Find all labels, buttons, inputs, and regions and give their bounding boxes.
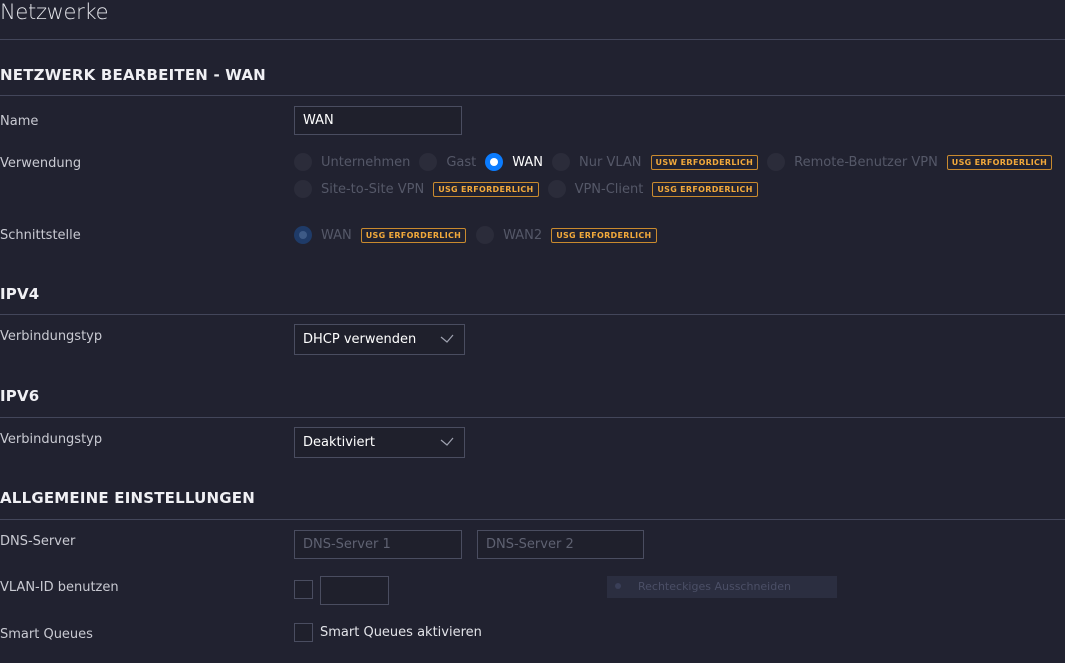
usage-options-row-1: Unternehmen Gast WAN Nur VLAN USW ERFORD… <box>294 151 1061 173</box>
vlan-checkbox[interactable] <box>294 580 313 599</box>
usage-options-row-2: Site-to-Site VPN USG ERFORDERLICH VPN-Cl… <box>294 178 767 200</box>
clipping-overlay: Rechteckiges Ausschneiden <box>607 576 837 598</box>
usg-required-badge: USG ERFORDERLICH <box>433 181 539 197</box>
usage-option-label: VPN-Client <box>574 181 644 197</box>
dns-label: DNS-Server <box>0 534 76 549</box>
dns-server-1-input[interactable]: DNS-Server 1 <box>294 530 462 559</box>
ipv4-connection-type-label: Verbindungstyp <box>0 329 103 344</box>
divider <box>0 519 1065 520</box>
usage-option-label: Site-to-Site VPN <box>321 181 425 197</box>
usage-option-label: WAN <box>512 154 544 170</box>
divider <box>0 95 1065 96</box>
section-title-general: ALLGEMEINE EINSTELLUNGEN <box>0 489 255 507</box>
chevron-down-icon <box>440 334 454 343</box>
section-title-ipv6: IPV6 <box>0 387 40 405</box>
usg-required-badge: USG ERFORDERLICH <box>652 181 758 197</box>
usage-radio-nur-vlan[interactable] <box>552 153 571 171</box>
smart-queues-label: Smart Queues <box>0 627 93 642</box>
usage-radio-gast[interactable] <box>419 153 438 171</box>
ipv4-connection-type-value: DHCP verwenden <box>303 332 417 347</box>
smart-queues-checkbox-label[interactable]: Smart Queues aktivieren <box>320 625 482 640</box>
overlay-text: Rechteckiges Ausschneiden <box>638 580 791 593</box>
divider <box>0 314 1065 315</box>
interface-option-label: WAN2 <box>503 227 543 243</box>
usage-option-label: Nur VLAN <box>579 154 642 170</box>
overlay-dot-icon <box>615 583 621 589</box>
usg-required-badge: USG ERFORDERLICH <box>946 154 1053 170</box>
ipv6-connection-type-select[interactable]: Deaktiviert <box>294 427 465 458</box>
usg-required-badge: USG ERFORDERLICH <box>551 227 657 243</box>
ipv6-connection-type-label: Verbindungstyp <box>0 432 103 447</box>
interface-radio-wan[interactable] <box>294 226 312 244</box>
usage-option-label: Remote-Benutzer VPN <box>794 154 938 170</box>
interface-options-row: WAN USG ERFORDERLICH WAN2 USG ERFORDERLI… <box>294 224 666 246</box>
interface-label: Schnittstelle <box>0 228 81 243</box>
name-label: Name <box>0 114 39 129</box>
dns-server-2-input[interactable]: DNS-Server 2 <box>477 530 644 559</box>
ipv6-connection-type-value: Deaktiviert <box>303 435 375 450</box>
usage-label: Verwendung <box>0 156 82 171</box>
name-input[interactable]: WAN <box>294 106 462 135</box>
usage-radio-unternehmen[interactable] <box>294 153 312 171</box>
divider <box>0 417 1065 418</box>
section-title-edit: NETZWERK BEARBEITEN - WAN <box>0 66 266 84</box>
usage-radio-site-to-site-vpn[interactable] <box>294 180 312 198</box>
usg-required-badge: USG ERFORDERLICH <box>360 227 467 243</box>
interface-option-label: WAN <box>321 227 352 243</box>
usage-radio-vpn-client[interactable] <box>547 180 566 198</box>
usw-required-badge: USW ERFORDERLICH <box>650 154 759 170</box>
usage-radio-remote-vpn[interactable] <box>767 153 786 171</box>
page-title: Netzwerke <box>0 0 109 24</box>
interface-radio-wan2[interactable] <box>476 226 495 244</box>
section-title-ipv4: IPV4 <box>0 285 40 303</box>
divider <box>0 39 1065 40</box>
vlan-id-input[interactable] <box>320 576 389 605</box>
usage-radio-wan[interactable] <box>485 153 504 171</box>
smart-queues-checkbox[interactable] <box>294 623 313 642</box>
usage-option-label: Unternehmen <box>321 154 411 170</box>
chevron-down-icon <box>440 437 454 446</box>
ipv4-connection-type-select[interactable]: DHCP verwenden <box>294 324 465 355</box>
usage-option-label: Gast <box>446 154 477 170</box>
vlan-label: VLAN-ID benutzen <box>0 580 119 595</box>
